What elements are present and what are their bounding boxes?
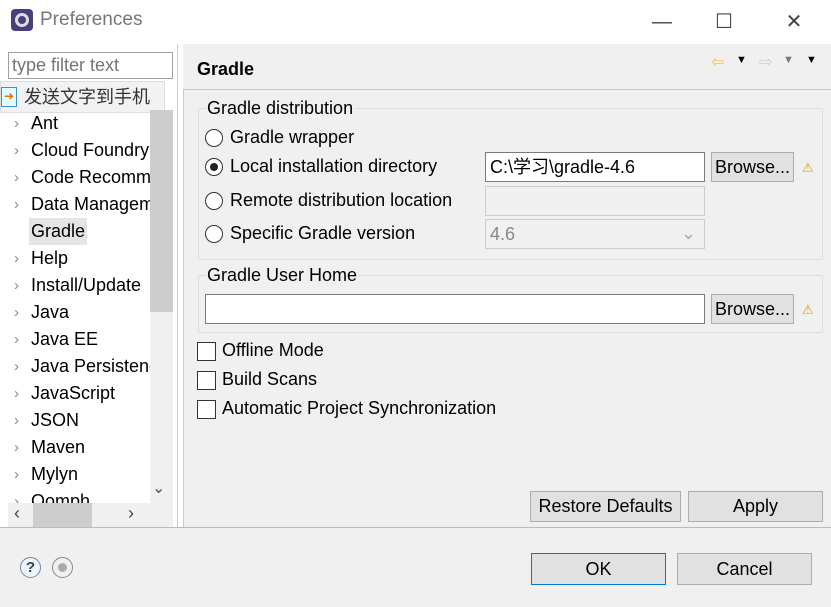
chevron-right-icon[interactable]: › bbox=[14, 110, 19, 137]
apply-button[interactable]: Apply bbox=[688, 491, 823, 522]
checkbox[interactable] bbox=[197, 371, 216, 390]
back-arrow-icon[interactable]: ⇦ bbox=[711, 52, 724, 72]
tree-item-label: Java EE bbox=[31, 329, 99, 349]
tree-item-label: Cloud Foundry bbox=[31, 140, 150, 160]
user-home-input[interactable] bbox=[205, 294, 705, 324]
send-to-phone-popup[interactable]: ➜ 发送文字到手机 bbox=[0, 81, 165, 113]
send-icon: ➜ bbox=[1, 87, 17, 107]
radio-label[interactable]: Gradle wrapper bbox=[230, 127, 354, 148]
minimize-button[interactable]: — bbox=[642, 8, 682, 36]
chevron-right-icon[interactable]: › bbox=[14, 380, 19, 407]
window-title: Preferences bbox=[40, 9, 143, 30]
chevron-right-icon[interactable]: › bbox=[14, 191, 19, 218]
back-menu-icon[interactable]: ▼ bbox=[736, 54, 747, 66]
scroll-right-icon[interactable]: › bbox=[128, 503, 134, 524]
help-icon[interactable]: ? bbox=[20, 557, 41, 578]
remote-location-input[interactable] bbox=[485, 186, 705, 216]
checkbox[interactable] bbox=[197, 400, 216, 419]
tree-item-label: JavaScript bbox=[31, 383, 116, 403]
tree-item-label: Install/Update bbox=[31, 275, 142, 295]
warning-icon: ⚠ bbox=[802, 302, 814, 317]
view-menu-icon[interactable]: ▼ bbox=[806, 54, 817, 66]
filter-input[interactable] bbox=[8, 52, 173, 79]
chevron-right-icon[interactable]: › bbox=[14, 272, 19, 299]
chevron-right-icon[interactable]: › bbox=[14, 461, 19, 488]
distribution-radio[interactable] bbox=[205, 158, 223, 176]
radio-label[interactable]: Remote distribution location bbox=[230, 190, 452, 211]
forward-menu-icon[interactable]: ▼ bbox=[783, 54, 794, 66]
close-button[interactable]: ✕ bbox=[774, 8, 814, 36]
tree-item-label: Maven bbox=[31, 437, 86, 457]
tree-item-label: JSON bbox=[31, 410, 80, 430]
user-home-title: Gradle User Home bbox=[206, 265, 359, 286]
tree-horizontal-scrollbar[interactable]: ‹ › bbox=[8, 503, 173, 527]
page-title: Gradle bbox=[197, 59, 255, 79]
chevron-right-icon[interactable]: › bbox=[14, 164, 19, 191]
checkbox[interactable] bbox=[197, 342, 216, 361]
import-export-icon[interactable] bbox=[52, 557, 73, 578]
browse-user-home-button[interactable]: Browse... bbox=[711, 294, 794, 324]
preference-tree: › Ant › Cloud Foundry › Code Recommenders › Dat… bbox=[0, 110, 150, 503]
chevron-right-icon[interactable]: › bbox=[14, 137, 19, 164]
tree-item-label: Gradle bbox=[29, 218, 88, 245]
chevron-right-icon[interactable]: › bbox=[14, 326, 19, 353]
version-value: 4.6 bbox=[490, 224, 516, 244]
chevron-right-icon[interactable]: › bbox=[14, 488, 19, 503]
tree-scroll-thumb[interactable] bbox=[150, 110, 173, 312]
tree-item-label: Java bbox=[31, 302, 70, 322]
chevron-right-icon[interactable]: › bbox=[14, 353, 19, 380]
tree-item-label: Mylyn bbox=[31, 464, 79, 484]
radio-label[interactable]: Local installation directory bbox=[230, 156, 437, 177]
distribution-title: Gradle distribution bbox=[206, 98, 355, 119]
ok-button[interactable]: OK bbox=[531, 553, 666, 585]
tree-item-label: Help bbox=[31, 248, 69, 268]
cancel-button[interactable]: Cancel bbox=[677, 553, 812, 585]
forward-arrow-icon[interactable]: ⇨ bbox=[759, 52, 772, 72]
scroll-down-icon[interactable]: ⌄ bbox=[152, 478, 165, 498]
tree-item-label: Oomph bbox=[31, 491, 91, 503]
pane-divider bbox=[177, 44, 178, 527]
chevron-right-icon[interactable]: › bbox=[14, 434, 19, 461]
gradle-version-select[interactable]: 4.6 ⌄ bbox=[485, 219, 705, 249]
browse-local-button[interactable]: Browse... bbox=[711, 152, 794, 182]
distribution-radio[interactable] bbox=[205, 192, 223, 210]
checkbox-label[interactable]: Offline Mode bbox=[222, 340, 324, 361]
restore-defaults-button[interactable]: Restore Defaults bbox=[530, 491, 681, 522]
chevron-down-icon: ⌄ bbox=[680, 223, 696, 243]
tree-item-label: Java Persistence bbox=[31, 356, 150, 376]
app-icon bbox=[11, 9, 33, 31]
scroll-left-icon[interactable]: ‹ bbox=[14, 503, 20, 524]
tree-item-label: Data Management bbox=[31, 194, 150, 214]
chevron-right-icon[interactable]: › bbox=[14, 245, 19, 272]
chevron-right-icon[interactable]: › bbox=[14, 407, 19, 434]
maximize-button[interactable]: ☐ bbox=[704, 8, 744, 36]
distribution-radio[interactable] bbox=[205, 129, 223, 147]
radio-label[interactable]: Specific Gradle version bbox=[230, 223, 415, 244]
warning-icon: ⚠ bbox=[802, 160, 814, 175]
page-header: Gradle ⇦ ▼ ⇨ ▼ ▼ bbox=[183, 44, 831, 90]
tree-item-label: Ant bbox=[31, 113, 59, 133]
local-directory-input[interactable]: C:\学习\gradle-4.6 bbox=[485, 152, 705, 182]
tree-item-label: Code Recommenders bbox=[31, 167, 150, 187]
h-scroll-thumb[interactable] bbox=[33, 503, 92, 527]
chevron-right-icon[interactable]: › bbox=[14, 299, 19, 326]
popup-label: 发送文字到手机 bbox=[24, 87, 150, 107]
dialog-footer: ? OK Cancel bbox=[0, 527, 831, 607]
checkbox-label[interactable]: Build Scans bbox=[222, 369, 317, 390]
checkbox-label[interactable]: Automatic Project Synchronization bbox=[222, 398, 496, 419]
distribution-radio[interactable] bbox=[205, 225, 223, 243]
